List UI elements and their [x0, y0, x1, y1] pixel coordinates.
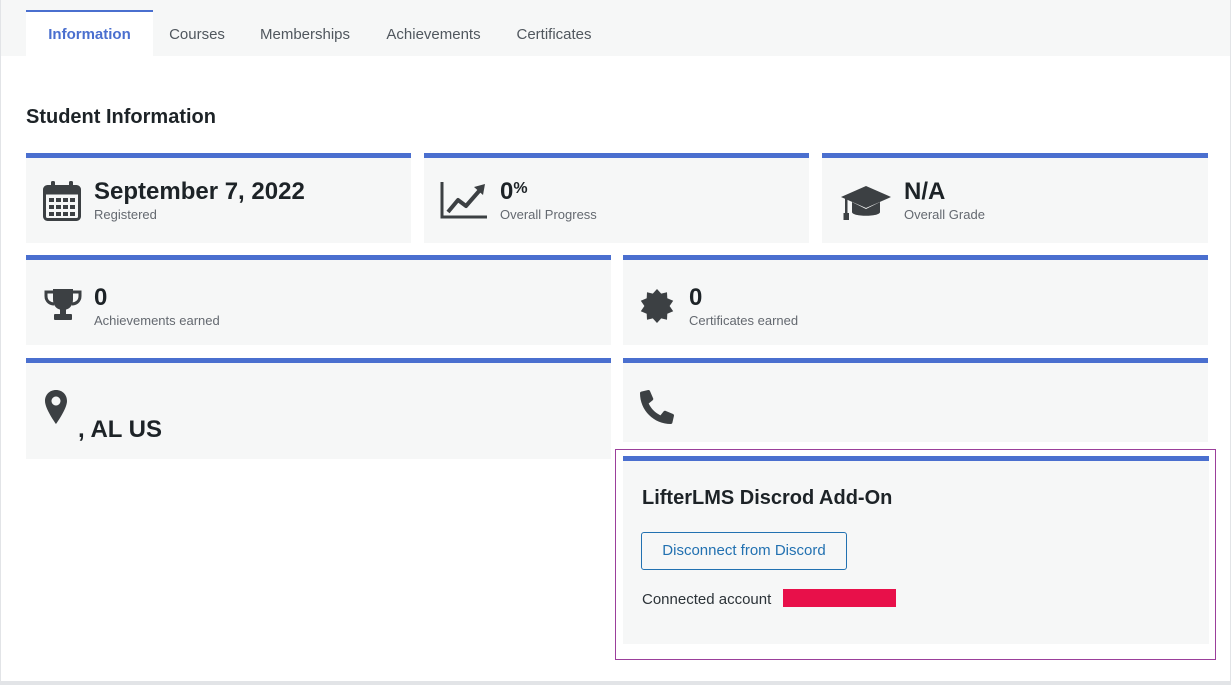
stat-card-progress: 0% Overall Progress	[424, 153, 809, 243]
certificate-icon	[640, 289, 674, 323]
achievements-count: 0	[94, 284, 108, 311]
page-title: Student Information	[26, 106, 216, 128]
progress-value: 0%	[500, 178, 528, 206]
progress-number: 0	[500, 178, 514, 205]
tab-memberships[interactable]: Memberships	[251, 10, 359, 56]
stat-card-location: , AL US	[26, 358, 611, 459]
stat-card-achievements: 0 Achievements earned	[26, 255, 611, 345]
discord-addon-highlight: LifterLMS Discrod Add-On Disconnect from…	[615, 449, 1216, 660]
stat-card-phone	[623, 358, 1208, 442]
location-value: , AL US	[78, 416, 163, 443]
tab-certificates[interactable]: Certificates	[508, 10, 600, 56]
graduation-cap-icon	[841, 186, 891, 220]
tab-achievements[interactable]: Achievements	[378, 10, 489, 56]
phone-icon	[640, 390, 674, 424]
line-chart-icon	[440, 182, 487, 219]
trophy-icon	[44, 289, 82, 320]
grade-label: Overall Grade	[904, 207, 985, 222]
discord-addon-title: LifterLMS Discrod Add-On	[642, 487, 893, 509]
certificates-label: Certificates earned	[689, 313, 799, 328]
certificates-count: 0	[689, 284, 703, 311]
redacted-account-name	[783, 589, 896, 607]
progress-unit: %	[513, 180, 528, 197]
disconnect-discord-button[interactable]: Disconnect from Discord	[641, 532, 847, 570]
stat-card-certificates: 0 Certificates earned	[623, 255, 1208, 345]
registered-date: September 7, 2022	[94, 178, 305, 205]
bottom-divider	[0, 681, 1231, 685]
connected-account-label: Connected account	[642, 591, 772, 608]
calendar-icon	[43, 181, 81, 221]
discord-addon-card: LifterLMS Discrod Add-On Disconnect from…	[623, 456, 1209, 644]
registered-label: Registered	[94, 207, 157, 222]
achievements-label: Achievements earned	[94, 313, 220, 328]
progress-label: Overall Progress	[500, 207, 597, 222]
grade-value: N/A	[904, 178, 946, 205]
stat-card-registered: September 7, 2022 Registered	[26, 153, 411, 243]
tab-bar: Information Courses Memberships Achievem…	[1, 0, 1230, 56]
tab-courses[interactable]: Courses	[161, 10, 233, 56]
stat-card-grade: N/A Overall Grade	[822, 153, 1208, 243]
map-pin-icon	[45, 390, 67, 424]
tab-information[interactable]: Information	[26, 10, 153, 56]
